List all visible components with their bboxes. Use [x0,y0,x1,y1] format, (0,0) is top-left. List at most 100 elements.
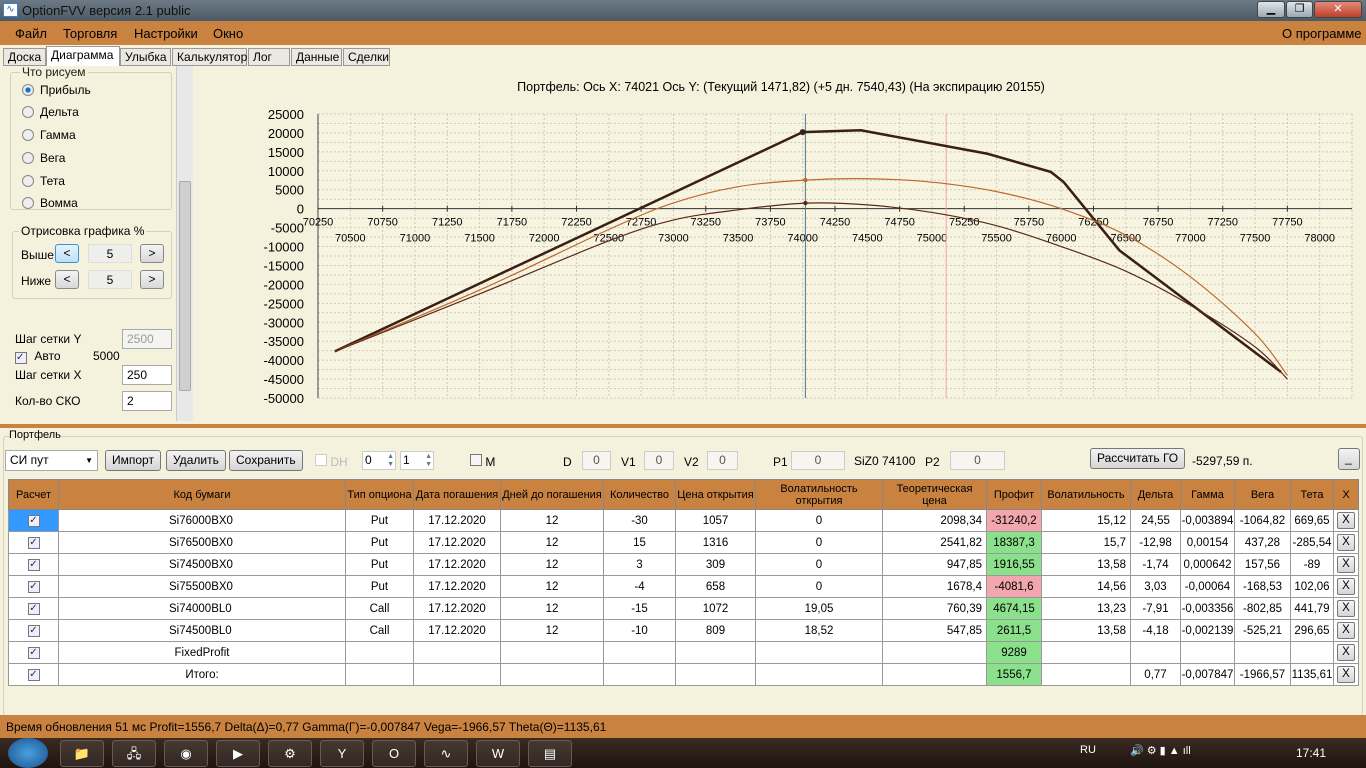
menu-trade[interactable]: Торговля [63,26,117,41]
remove-row-button[interactable]: X [1337,622,1355,639]
below-decrease-button[interactable]: < [55,270,79,289]
optionfvv-icon[interactable]: ∿ [424,740,468,767]
tab-diagram[interactable]: Диаграмма [46,46,120,67]
left-panel-scrollbar[interactable] [176,66,193,421]
p2-value[interactable]: 0 [950,451,1005,470]
remove-row-button[interactable]: X [1337,666,1355,683]
radio-vega[interactable]: Вега [22,151,65,165]
column-header[interactable]: Вега [1234,479,1291,510]
calc-go-button[interactable]: Рассчитать ГО [1090,448,1186,469]
m-checkbox[interactable]: M [470,454,495,469]
menu-settings[interactable]: Настройки [134,26,198,41]
start-button[interactable] [8,738,48,768]
remove-row-button[interactable]: X [1337,556,1355,573]
menu-about[interactable]: О программе [1282,26,1362,41]
column-header[interactable]: Дельта [1130,479,1181,510]
tab-data[interactable]: Данные [291,48,342,66]
tab-calculator[interactable]: Калькулятор [172,48,247,66]
column-header[interactable]: Код бумаги [58,479,346,510]
scroll-thumb[interactable] [179,181,191,391]
calc-checkbox[interactable]: ✓ [8,553,59,576]
yandex-icon[interactable]: Y [320,740,364,767]
table-row[interactable]: ✓ Итого: 1556,7 0,77 -0,007847 -1966,57 1135,6… [8,663,1359,686]
below-increase-button[interactable]: > [140,270,164,289]
calc-checkbox[interactable]: ✓ [8,597,59,620]
above-decrease-button[interactable]: < [55,244,79,263]
minimize-button[interactable]: ▁ [1257,1,1285,18]
explorer-icon[interactable]: 📁 [60,740,104,767]
grid-y-input[interactable]: 2500 [122,329,172,349]
column-header[interactable]: X [1333,479,1359,510]
opera-icon[interactable]: O [372,740,416,767]
remove-row-button[interactable]: X [1337,512,1355,529]
dh-checkbox[interactable]: DH [315,454,348,469]
menu-window[interactable]: Окно [213,26,243,41]
portfolio-select[interactable]: СИ пут ▼ [5,450,98,471]
word-icon[interactable]: W [476,740,520,767]
maximize-button[interactable]: ❐ [1286,1,1313,18]
remove-row-button[interactable]: X [1337,534,1355,551]
calc-checkbox[interactable]: ✓ [8,531,59,554]
column-header[interactable]: Тип опциона [345,479,414,510]
column-header[interactable]: Дней до погашения [500,479,604,510]
v1-value[interactable]: 0 [644,451,674,470]
auto-checkbox[interactable]: ✓ Авто [15,349,61,364]
tab-deals[interactable]: Сделки [343,48,390,66]
save-button[interactable]: Сохранить [229,450,303,471]
radio-theta[interactable]: Тета [22,174,65,188]
sko-input[interactable]: 2 [122,391,172,411]
delete-button[interactable]: Удалить [166,450,226,471]
language-indicator[interactable]: RU [1080,744,1096,756]
calc-checkbox[interactable]: ✓ [8,619,59,642]
p1-value[interactable]: 0 [791,451,845,470]
remove-row-button[interactable]: X [1337,600,1355,617]
clock[interactable]: 17:41 [1296,746,1326,760]
remove-row-button[interactable]: X [1337,578,1355,595]
chrome-icon[interactable]: ◉ [164,740,208,767]
v2-value[interactable]: 0 [707,451,738,470]
notes-icon[interactable]: ▤ [528,740,572,767]
radio-profit[interactable]: Прибыль [22,83,91,97]
table-row[interactable]: ✓ Si74000BL0 Call 17.12.2020 12 -15 1072 19,05 7… [8,597,1359,620]
network-icon[interactable]: 🖧 [112,740,156,767]
column-header[interactable]: Тета [1290,479,1334,510]
close-button[interactable]: ✕ [1314,1,1362,18]
tab-log[interactable]: Лог [248,48,290,66]
column-header[interactable]: Волатильность открытия [755,479,883,510]
tab-smile[interactable]: Улыбка [120,48,171,66]
d-value[interactable]: 0 [582,451,611,470]
grid-x-input[interactable]: 250 [122,365,172,385]
calc-checkbox[interactable]: ✓ [8,575,59,598]
column-header[interactable]: Расчет [8,479,59,510]
media-player-icon[interactable]: ▶ [216,740,260,767]
table-row[interactable]: ✓ FixedProfit 9289 X [8,641,1359,664]
tab-board[interactable]: Доска [3,48,46,66]
import-button[interactable]: Импорт [105,450,161,471]
column-header[interactable]: Количество [603,479,676,510]
spin2-input[interactable]: 1 ▲ ▼ [400,451,434,470]
radio-vomma[interactable]: Вомма [22,196,78,210]
column-header[interactable]: Профит [986,479,1042,510]
table-row[interactable]: ✓ Si76500BX0 Put 17.12.2020 12 15 1316 0 2541,82… [8,531,1359,554]
calc-checkbox[interactable]: ✓ [8,641,59,664]
spin1-input[interactable]: 0 ▲ ▼ [362,451,396,470]
settings-icon[interactable]: ⚙ [268,740,312,767]
column-header[interactable]: Дата погашения [413,479,501,510]
table-row[interactable]: ✓ Si75500BX0 Put 17.12.2020 12 -4 658 0 1678,4 -4… [8,575,1359,598]
collapse-button[interactable]: _ [1338,448,1360,470]
column-header[interactable]: Цена открытия [675,479,756,510]
remove-row-button[interactable]: X [1337,644,1355,661]
menu-file[interactable]: Файл [15,26,47,41]
table-row[interactable]: ✓ Si76000BX0 Put 17.12.2020 12 -30 1057 0 2098,3… [8,509,1359,532]
column-header[interactable]: Гамма [1180,479,1235,510]
radio-gamma[interactable]: Гамма [22,128,76,142]
tray-icons[interactable]: 🔊 ⚙ ▮ ▲ ıll [1130,744,1191,757]
column-header[interactable]: Волатильность [1041,479,1131,510]
radio-delta[interactable]: Дельта [22,105,79,119]
above-increase-button[interactable]: > [140,244,164,263]
table-row[interactable]: ✓ Si74500BX0 Put 17.12.2020 12 3 309 0 947,85 191… [8,553,1359,576]
calc-checkbox[interactable]: ✓ [8,663,59,686]
table-row[interactable]: ✓ Si74500BL0 Call 17.12.2020 12 -10 809 18,52 54… [8,619,1359,642]
calc-checkbox[interactable]: ✓ [8,509,59,532]
column-header[interactable]: Теоретическая цена [882,479,987,510]
